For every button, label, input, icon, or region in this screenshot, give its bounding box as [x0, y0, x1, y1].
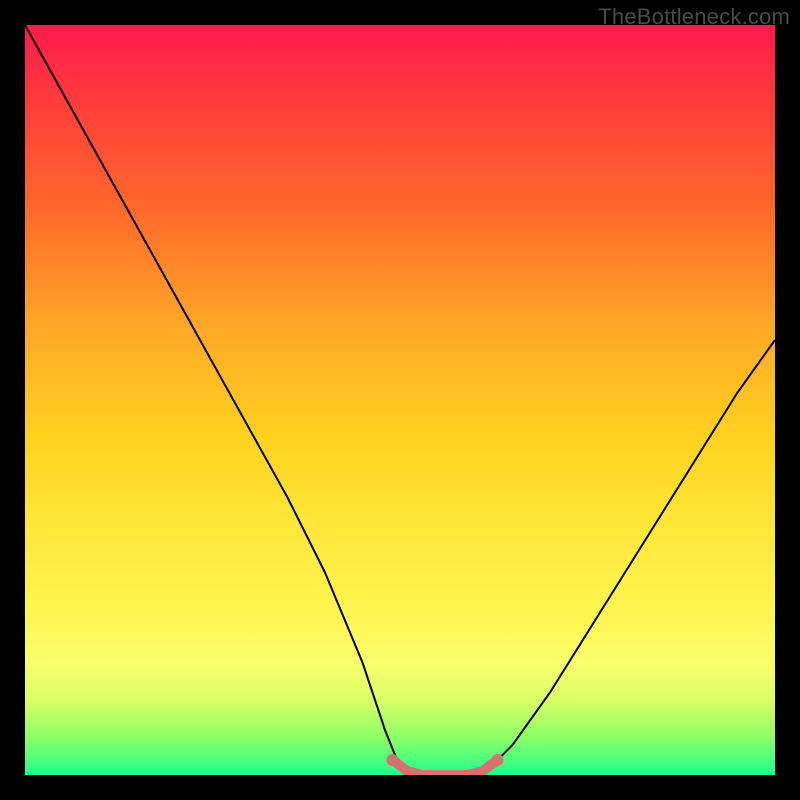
chart-container: TheBottleneck.com — [0, 0, 800, 800]
optimal-band-endpoint — [492, 754, 504, 766]
optimal-band-endpoint — [387, 754, 399, 766]
plot-area — [25, 25, 775, 775]
bottleneck-curve-line — [25, 25, 775, 775]
curve-svg — [25, 25, 775, 775]
optimal-band-line — [393, 760, 498, 775]
